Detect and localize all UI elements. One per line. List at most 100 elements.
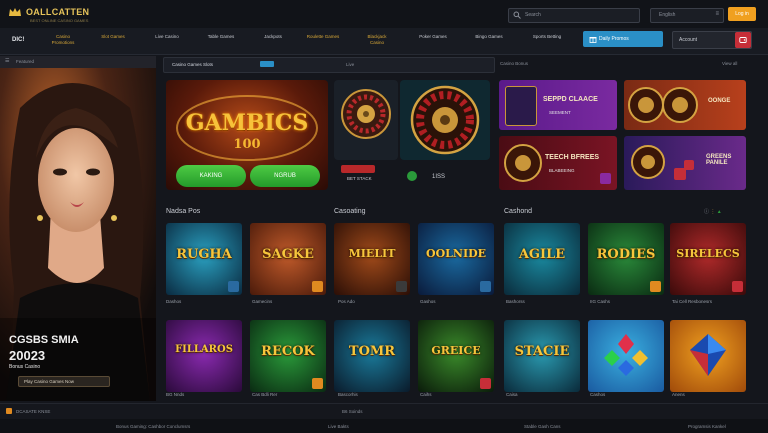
promo-tile-2[interactable]: OONGE: [624, 80, 746, 130]
hero-caption: Bonus Casino: [9, 364, 41, 370]
tab-live-indicator[interactable]: [260, 61, 274, 67]
logo-text[interactable]: OALLCATTEN: [26, 7, 89, 17]
search-input[interactable]: Search: [508, 8, 640, 23]
game-caption: Bascorhis: [338, 392, 358, 397]
game-caption: Gamecins: [252, 299, 273, 304]
diamond-icon: [690, 334, 726, 376]
game-card[interactable]: TOMR: [334, 320, 410, 392]
roulette-wheel-icon: [628, 87, 698, 123]
game-card[interactable]: [588, 320, 664, 392]
game-card[interactable]: [670, 320, 746, 392]
game-card[interactable]: STACIE: [504, 320, 580, 392]
category-tabs: Casino Games Slots Live: [163, 57, 495, 73]
daily-promos-label: Daily Promos: [599, 36, 629, 42]
nav-item-bingo[interactable]: Bingo Games: [472, 34, 506, 40]
game-card[interactable]: RODIES: [588, 223, 664, 295]
promo-tile-1[interactable]: SEPPD CLAACE SEEMENT: [499, 80, 617, 130]
game-title: RODIES: [596, 247, 656, 262]
footer-link[interactable]: Live Bakts: [328, 424, 349, 429]
game-title: MIELIT: [348, 247, 396, 260]
logo-tagline: BEST ONLINE CASINO GAMES: [30, 18, 89, 23]
promo-title: TEECH BFREES: [545, 154, 600, 161]
game-title: RUGHA: [176, 247, 232, 262]
game-card[interactable]: RUGHA: [166, 223, 242, 295]
game-card[interactable]: RECOK: [250, 320, 326, 392]
footer-logo-icon: [6, 408, 12, 414]
roulette-tile-small[interactable]: [334, 80, 398, 160]
nav-item-poker[interactable]: Poker Games: [416, 34, 450, 40]
game-badge: [312, 378, 323, 389]
footer-left-label[interactable]: DCASATE KNSE: [16, 409, 50, 414]
game-caption: Cashos: [590, 392, 606, 397]
footer-links: Bonus Gaming: Cashbor Conclumsrs Live Ba…: [0, 419, 768, 433]
game-title: AGILE: [518, 247, 566, 262]
footer-mid-label[interactable]: B6 Soinds: [342, 409, 363, 414]
account-label: Account: [679, 37, 698, 43]
game-card[interactable]: GREICE: [418, 320, 494, 392]
game-card[interactable]: FILLAROS: [166, 320, 242, 392]
game-badge: [480, 281, 491, 292]
nav-item-sports[interactable]: Sports Betting: [530, 34, 564, 40]
search-icon: [513, 11, 521, 19]
footer-link[interactable]: Bonus Gaming: Cashbor Conclumsrs: [116, 424, 190, 429]
game-caption: Pos Ado: [338, 299, 355, 304]
roulette-wheel-icon: [410, 85, 480, 155]
tab-live[interactable]: Live: [346, 62, 354, 67]
footer-link[interactable]: Stable Gash Cans: [524, 424, 561, 429]
view-all-link[interactable]: View all: [722, 61, 737, 66]
banner-button-right[interactable]: NGRUB: [250, 165, 320, 187]
promo-title: GREENS PANILE: [706, 154, 732, 166]
nav-item-live[interactable]: Live Casino: [150, 34, 184, 40]
game-caption: Tai Cell Resbonesrs: [672, 299, 713, 304]
nav-item-promotions[interactable]: Casino Promotions: [46, 34, 80, 46]
game-caption: Dashos: [166, 299, 182, 304]
roulette-tile-large[interactable]: [400, 80, 490, 160]
promo-tile-4[interactable]: GREENS PANILE: [624, 136, 746, 190]
section-controls[interactable]: ⓘ ⋮ ▲: [704, 208, 722, 215]
footer-link[interactable]: Programsis Kankel: [688, 424, 726, 429]
nav-brand[interactable]: DIC!: [12, 37, 24, 43]
section-title-mid: Casoating: [334, 208, 366, 215]
roulette-wheel-icon: [341, 89, 391, 139]
info-icon[interactable]: ⓘ: [704, 209, 709, 215]
roulette-dice-image: [631, 145, 694, 180]
chip-label: BET STACK: [347, 176, 372, 181]
account-menu[interactable]: Account: [672, 31, 752, 49]
game-badge: [650, 281, 661, 292]
tab-bonus[interactable]: Casino Bonus: [500, 61, 528, 66]
hero-sidebar: ☰ Featured CGSBS SMIA 20023 Bonus Casino…: [0, 56, 156, 401]
game-badge: [732, 281, 743, 292]
daily-promos-button[interactable]: Daily Promos: [583, 31, 663, 47]
nav-item-blackjack[interactable]: Blackjack Casino: [360, 34, 394, 46]
menu-icon[interactable]: ☰: [5, 58, 9, 64]
login-button[interactable]: Log in: [728, 7, 756, 21]
roulette-wheel-icon: [504, 144, 542, 182]
hero-cta-button[interactable]: Play Casino Games Now: [18, 376, 110, 387]
pagination-icon[interactable]: ⋮: [710, 209, 715, 215]
nav-item-roulette[interactable]: Roulette Games: [306, 34, 340, 40]
language-select[interactable]: English ≡: [650, 8, 724, 23]
game-card[interactable]: SIRELECS: [670, 223, 746, 295]
nav-item-slots[interactable]: Slot Games: [96, 34, 130, 40]
game-caption: Anens: [672, 392, 685, 397]
filter-icon[interactable]: ▲: [717, 209, 722, 215]
featured-banner[interactable]: GAMBICS 100 KAKING NGRUB: [166, 80, 328, 190]
game-title: SAGKE: [262, 247, 314, 262]
hero-number: 20023: [9, 348, 46, 363]
game-card[interactable]: MIELIT: [334, 223, 410, 295]
tab-slots[interactable]: Casino Games Slots: [172, 62, 213, 67]
game-badge: [228, 281, 239, 292]
game-title: STACIE: [514, 344, 570, 359]
game-title: FILLAROS: [175, 344, 233, 355]
chips-image: [341, 165, 375, 173]
promo-image: [505, 86, 537, 126]
nav-item-table[interactable]: Table Games: [204, 34, 238, 40]
banner-button-left[interactable]: KAKING: [176, 165, 246, 187]
game-card[interactable]: SAGKE: [250, 223, 326, 295]
promo-tile-3[interactable]: TEECH BFREES BLABEEING: [499, 136, 617, 190]
wallet-button[interactable]: [735, 32, 751, 48]
game-title: GREICE: [431, 344, 481, 357]
nav-item-jackpots[interactable]: Jackpots: [256, 34, 290, 40]
game-card[interactable]: OOLNIDE: [418, 223, 494, 295]
game-card[interactable]: AGILE: [504, 223, 580, 295]
